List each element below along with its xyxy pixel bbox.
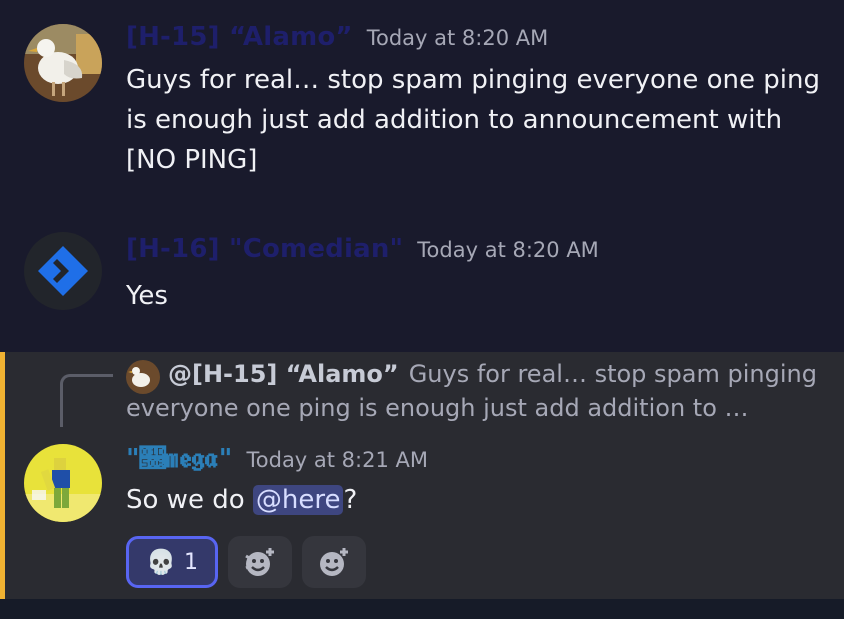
skull-icon: 💀	[146, 548, 176, 576]
add-super-reaction-button[interactable]	[228, 536, 292, 588]
chevron-logo-avatar[interactable]	[24, 232, 102, 310]
reply-spine	[60, 374, 113, 427]
reply-preview[interactable]: @[H-15] “Alamo” Guys for real… stop spam …	[168, 360, 817, 388]
message-content: Yes	[126, 281, 168, 311]
reply-avatar[interactable]	[126, 360, 160, 394]
skull-reaction-button[interactable]: 💀 1	[126, 536, 218, 588]
reply-text: everyone one ping is enough just add add…	[126, 394, 749, 422]
message-author[interactable]: [H-15] “Alamo”	[126, 22, 353, 52]
chat-message-list: [H-15] “Alamo” Today at 8:20 AM Guys for …	[0, 0, 844, 619]
message-content: So we do @here?	[126, 480, 826, 520]
roblox-character-avatar[interactable]	[24, 444, 102, 522]
message-author[interactable]: "𝔆𝔪𝔢𝔤𝔞"	[126, 444, 233, 474]
add-reaction-icon	[320, 548, 348, 576]
message-text: ?	[343, 485, 358, 515]
message-comedian[interactable]: [H-16] "Comedian" Today at 8:20 AM Yes	[0, 210, 844, 340]
message-content: Guys for real… stop spam pinging everyon…	[126, 60, 826, 180]
message-timestamp: Today at 8:20 AM	[366, 26, 549, 50]
reaction-count: 1	[183, 549, 198, 575]
reaction-bar: 💀 1	[126, 536, 366, 592]
message-alamo[interactable]: [H-15] “Alamo” Today at 8:20 AM Guys for …	[0, 0, 844, 200]
message-author[interactable]: [H-16] "Comedian"	[126, 234, 403, 264]
message-text-line: is enough just add addition to announcem…	[126, 105, 783, 135]
add-reaction-button[interactable]	[302, 536, 366, 588]
message-timestamp: Today at 8:20 AM	[417, 238, 599, 262]
bottom-divider	[0, 599, 844, 619]
seagull-avatar[interactable]	[24, 24, 102, 102]
add-super-reaction-icon	[245, 548, 274, 576]
reply-author[interactable]: @[H-15] “Alamo”	[168, 360, 399, 388]
message-omega[interactable]: @[H-15] “Alamo” Guys for real… stop spam …	[0, 352, 844, 599]
reply-text: Guys for real… stop spam pinging	[408, 360, 817, 388]
mention-highlight-bar	[0, 352, 5, 599]
message-text: So we do	[126, 485, 253, 515]
message-text-line: [NO PING]	[126, 145, 258, 175]
message-timestamp: Today at 8:21 AM	[246, 448, 429, 472]
here-mention[interactable]: @here	[252, 485, 344, 515]
message-text-line: Guys for real… stop spam pinging everyon…	[126, 65, 821, 95]
